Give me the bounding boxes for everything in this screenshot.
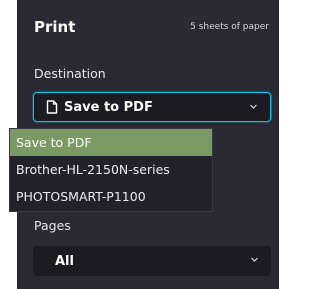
destination-dropdown-list: Save to PDF Brother-HL-2150N-series PHOT… [9,128,213,212]
destination-select[interactable]: Save to PDF [33,92,271,122]
document-icon [46,100,58,114]
destination-option-brother[interactable]: Brother-HL-2150N-series [10,156,212,183]
sheet-count: 5 sheets of paper [190,22,269,32]
pages-label: Pages [34,218,71,233]
pages-select[interactable]: All [33,246,271,276]
destination-value: Save to PDF [64,99,153,115]
destination-label: Destination [34,66,106,81]
chevron-down-icon [249,102,258,111]
chevron-down-icon [250,255,259,264]
print-title: Print [34,18,76,36]
destination-option-photosmart[interactable]: PHOTOSMART-P1100 [10,183,212,210]
destination-option-save-to-pdf[interactable]: Save to PDF [10,129,212,156]
pages-value: All [55,253,74,269]
